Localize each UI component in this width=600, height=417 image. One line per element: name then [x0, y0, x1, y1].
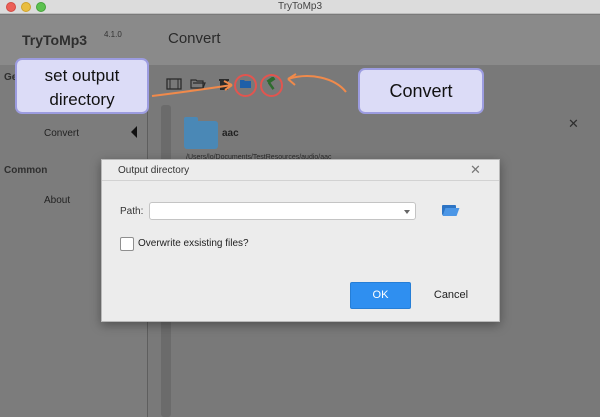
overwrite-checkbox[interactable]	[120, 237, 134, 251]
app-version: 4.1.0	[104, 30, 122, 39]
close-icon[interactable]: ✕	[568, 116, 579, 132]
overwrite-label: Overwrite exsisting files?	[138, 238, 249, 249]
selected-arrow-icon	[131, 126, 137, 138]
dialog-close-icon[interactable]: ✕	[470, 162, 481, 178]
browse-folder-icon[interactable]	[442, 203, 460, 217]
title-bar: TryToMp3	[0, 0, 600, 14]
ok-button[interactable]: OK	[350, 282, 411, 309]
film-icon[interactable]	[166, 77, 182, 91]
dialog-title: Output directory	[118, 165, 190, 176]
dialog-header: Output directory ✕	[102, 160, 499, 181]
output-folder-icon[interactable]	[238, 77, 254, 91]
path-combobox[interactable]	[149, 202, 416, 220]
sidebar-item-convert[interactable]: Convert	[44, 128, 79, 139]
page-title: Convert	[168, 30, 221, 47]
open-folder-icon[interactable]	[190, 77, 206, 91]
app-name: TryToMp3	[22, 32, 88, 48]
set-output-directory-callout: set output directory	[15, 58, 149, 114]
window-title: TryToMp3	[277, 1, 323, 12]
convert-callout: Convert	[358, 68, 484, 114]
path-label: Path:	[120, 206, 144, 217]
chevron-down-icon[interactable]	[404, 210, 410, 214]
trash-icon[interactable]	[216, 77, 232, 91]
sidebar-section-common: Common	[4, 165, 48, 176]
output-directory-dialog: Output directory ✕ Path: Overwrite exsis…	[101, 159, 500, 322]
folder-icon	[184, 117, 218, 149]
item-name: aac	[222, 128, 239, 139]
hammer-icon[interactable]	[263, 76, 279, 91]
cancel-button[interactable]: Cancel	[424, 282, 478, 309]
sidebar-item-about[interactable]: About	[44, 195, 70, 206]
